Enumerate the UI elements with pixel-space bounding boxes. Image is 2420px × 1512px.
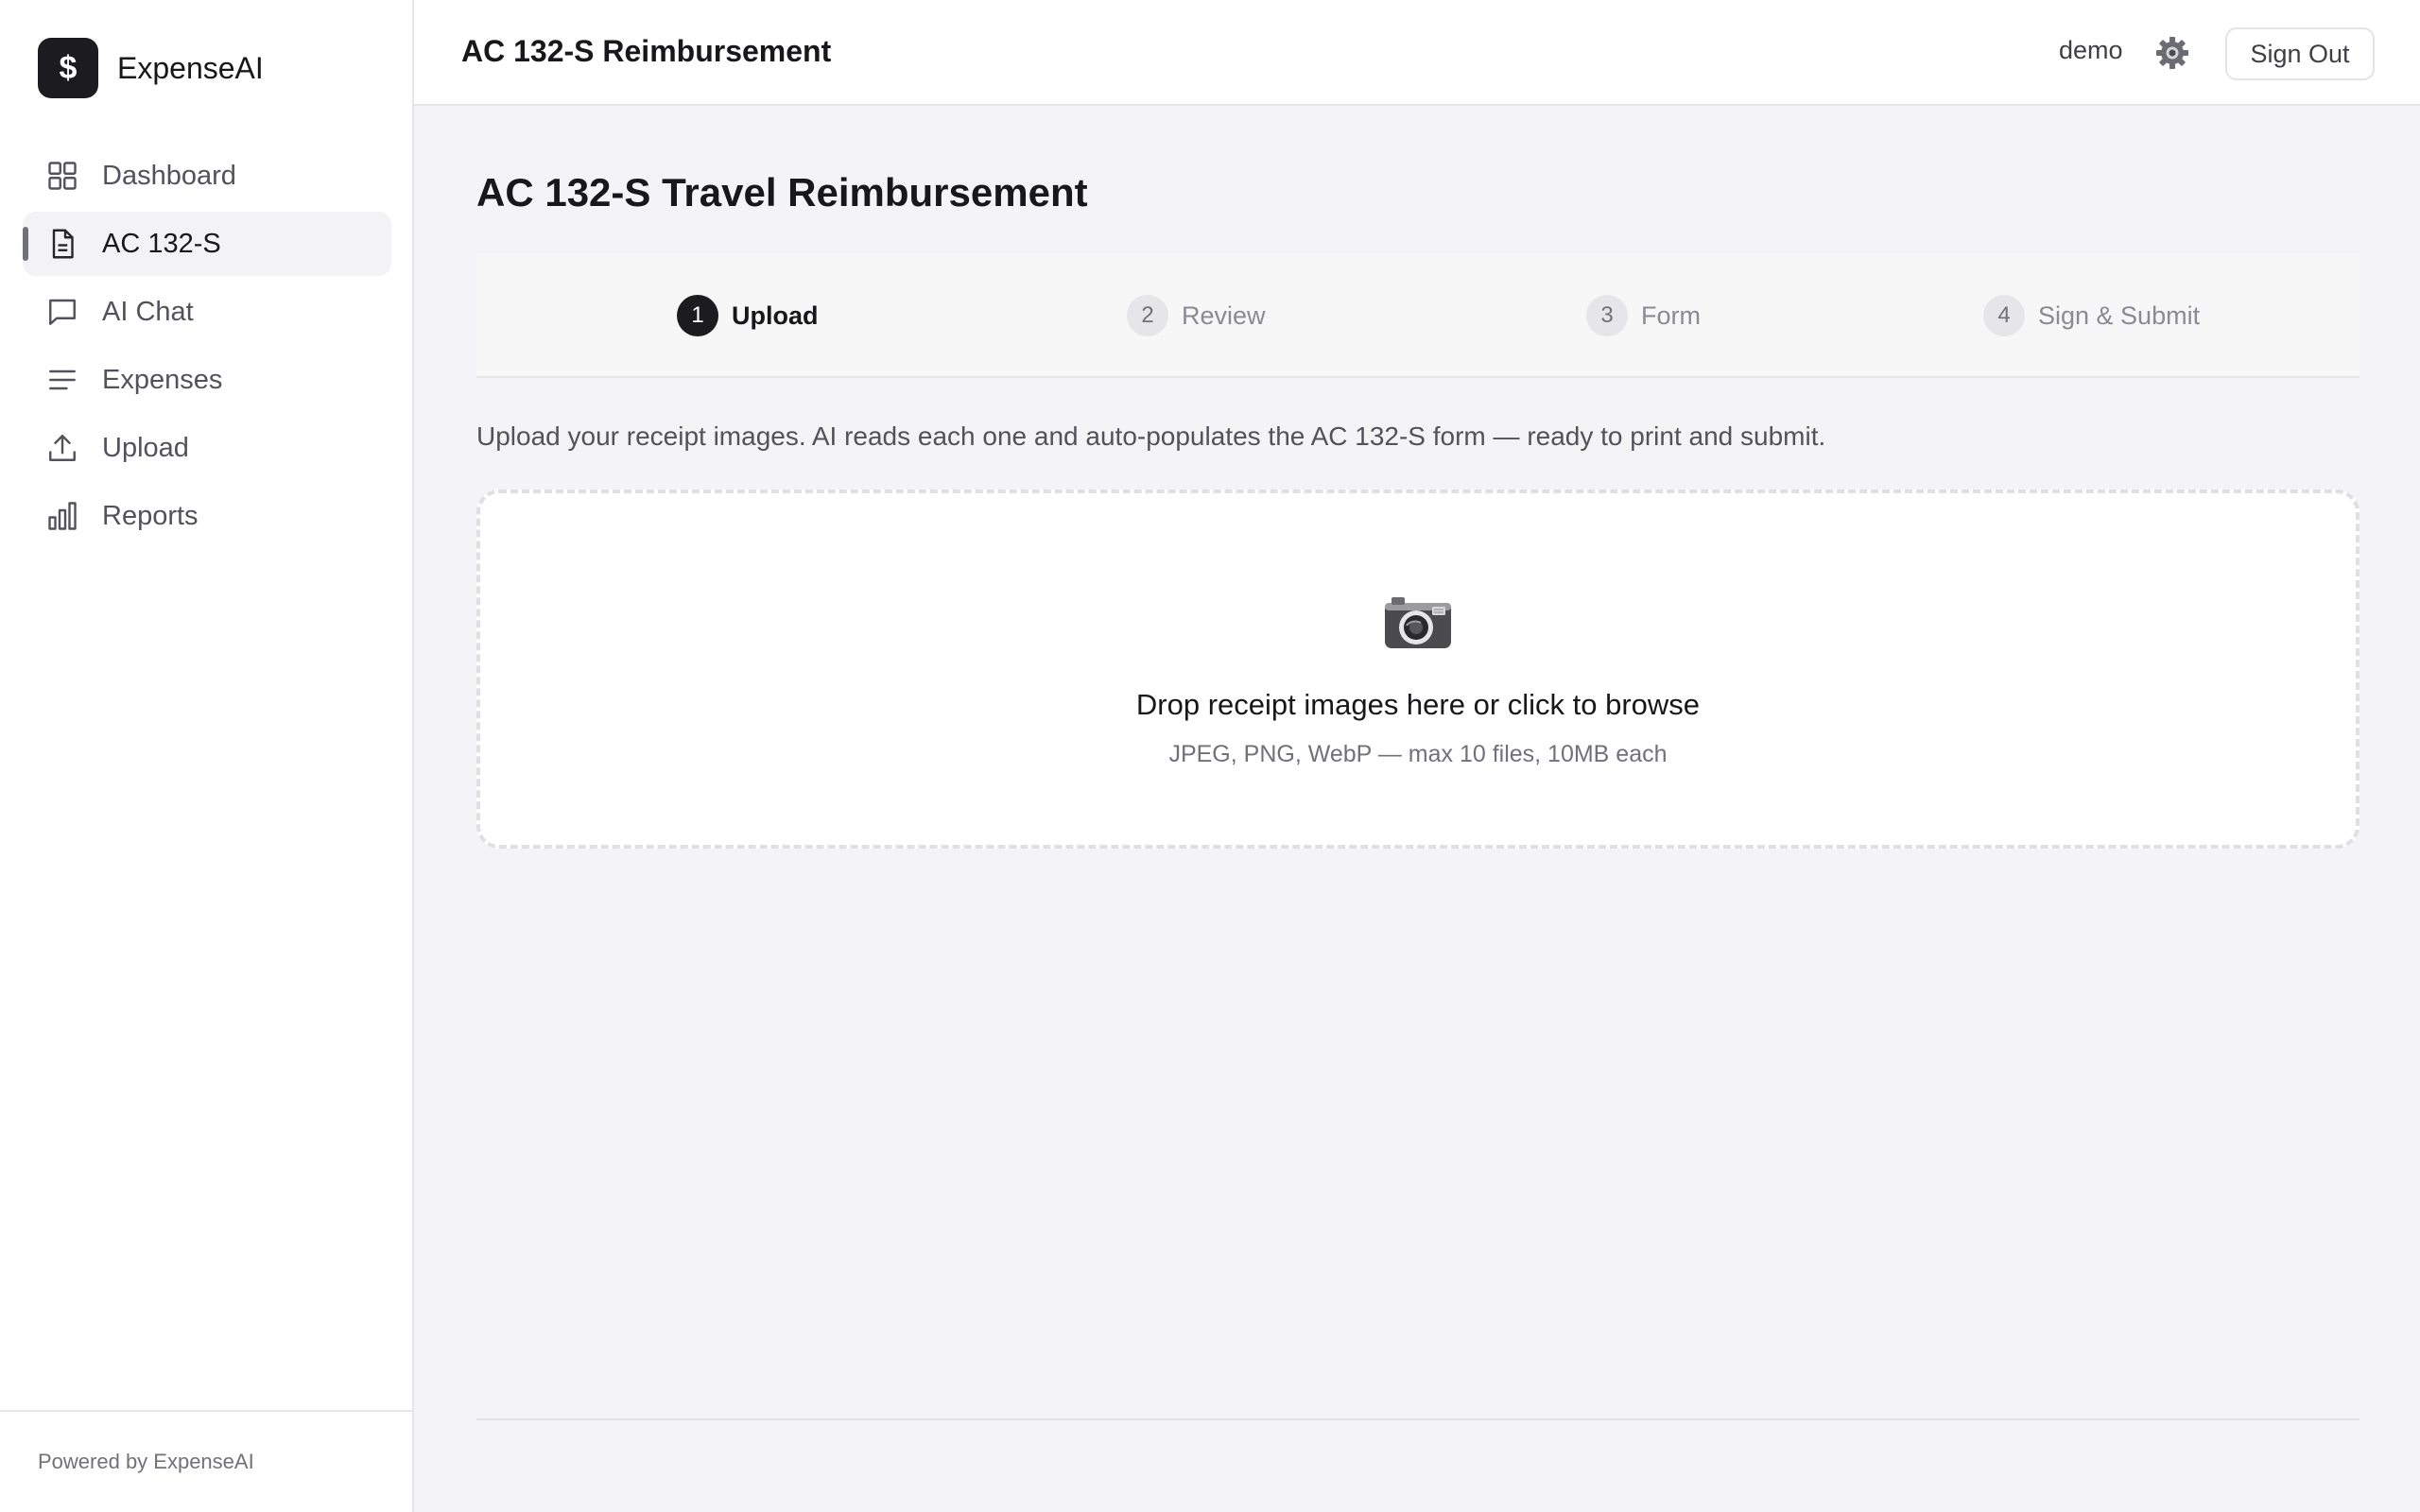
document-icon [45,227,79,261]
divider [476,1418,2360,1420]
step-number: 3 [1586,295,1628,336]
page-title: AC 132-S Travel Reimbursement [476,170,1088,215]
sign-out-button[interactable]: Sign Out [2225,27,2375,80]
receipt-dropzone[interactable]: Drop receipt images here or click to bro… [476,490,2360,849]
step-label: Form [1641,301,1701,330]
list-icon [45,363,79,397]
step-upload[interactable]: 1 Upload [677,295,819,336]
sidebar-item-label: Dashboard [102,160,236,191]
step-review[interactable]: 2 Review [1127,295,1266,336]
sidebar-item-label: AI Chat [102,296,194,327]
sidebar-item-label: Upload [102,432,189,463]
camera-icon [1382,592,1454,652]
top-header: AC 132-S Reimbursement demo Sign Out [414,0,2420,106]
upload-icon [45,431,79,465]
sidebar-footer: Powered by ExpenseAI [0,1410,412,1512]
step-sign-submit[interactable]: 4 Sign & Submit [1983,295,2200,336]
sidebar-item-ac132s[interactable]: AC 132-S [23,212,391,276]
sidebar-item-label: Reports [102,500,199,531]
sidebar-item-expenses[interactable]: Expenses [23,348,391,412]
stepper: 1 Upload 2 Review 3 Form 4 Sign & Submit [476,253,2360,378]
dropzone-subtitle: JPEG, PNG, WebP — max 10 files, 10MB eac… [1168,741,1668,767]
step-label: Upload [732,301,819,330]
brand-name: ExpenseAI [117,50,264,85]
sidebar-item-reports[interactable]: Reports [23,484,391,548]
sidebar-nav: Dashboard AC 132-S AI Chat Expenses Uplo… [23,144,391,552]
sidebar-item-label: AC 132-S [102,228,221,259]
step-form[interactable]: 3 Form [1586,295,1701,336]
gear-icon[interactable] [2153,34,2191,72]
step-number: 2 [1127,295,1168,336]
grid-icon [45,159,79,193]
sidebar-item-ai-chat[interactable]: AI Chat [23,280,391,344]
brand-logo-icon: $ [38,38,98,98]
bar-chart-icon [45,499,79,533]
chat-icon [45,295,79,329]
step-number: 1 [677,295,718,336]
sidebar-item-label: Expenses [102,364,223,395]
sidebar: $ ExpenseAI Dashboard AC 132-S AI Chat E… [0,0,414,1512]
step-number: 4 [1983,295,2025,336]
dropzone-title: Drop receipt images here or click to bro… [1135,688,1701,721]
sidebar-item-upload[interactable]: Upload [23,416,391,480]
header-title: AC 132-S Reimbursement [461,34,832,68]
intro-text: Upload your receipt images. AI reads eac… [476,421,1826,451]
sidebar-item-dashboard[interactable]: Dashboard [23,144,391,208]
powered-by-text: Powered by ExpenseAI [38,1450,254,1473]
username: demo [2059,36,2123,64]
brand[interactable]: $ ExpenseAI [38,38,264,98]
step-label: Sign & Submit [2038,301,2201,330]
step-label: Review [1182,301,1266,330]
